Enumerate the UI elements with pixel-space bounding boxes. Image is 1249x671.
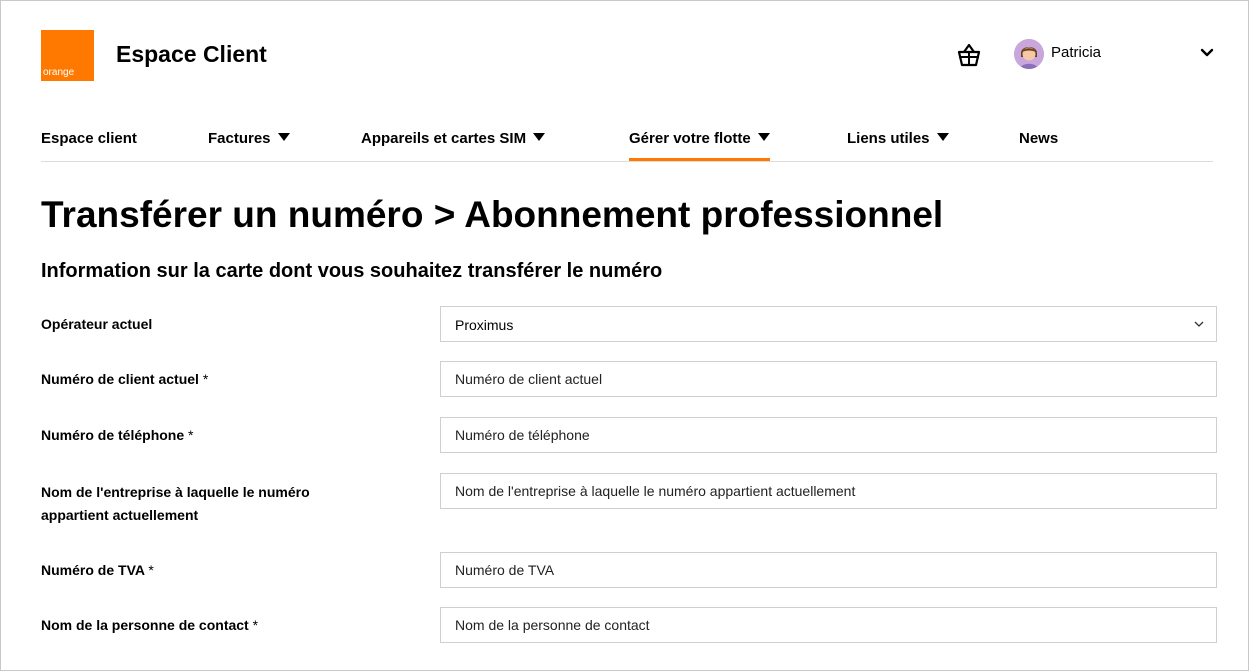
operator-label: Opérateur actuel bbox=[41, 313, 401, 336]
nav-item-gerer-flotte[interactable]: Gérer votre flotte bbox=[629, 130, 770, 161]
chevron-down-icon bbox=[1194, 321, 1204, 327]
client-number-field[interactable] bbox=[440, 361, 1217, 397]
nav-item-liens-utiles[interactable]: Liens utiles bbox=[847, 130, 949, 147]
company-field[interactable] bbox=[440, 473, 1217, 509]
required-marker: * bbox=[202, 371, 209, 387]
phone-input[interactable] bbox=[441, 418, 1216, 452]
client-number-input[interactable] bbox=[441, 362, 1216, 396]
contact-label-text: Nom de la personne de contact bbox=[41, 617, 249, 633]
contact-label: Nom de la personne de contact * bbox=[41, 614, 401, 637]
vat-label-text: Numéro de TVA bbox=[41, 562, 145, 578]
orange-logo[interactable]: orange bbox=[41, 30, 94, 81]
nav-item-news[interactable]: News bbox=[1019, 130, 1058, 147]
app-title: Espace Client bbox=[116, 41, 267, 67]
client-number-label: Numéro de client actuel * bbox=[41, 368, 401, 391]
operator-select[interactable]: Proximus bbox=[440, 306, 1217, 342]
required-marker: * bbox=[148, 562, 154, 578]
contact-field[interactable] bbox=[440, 607, 1217, 643]
page-frame: orange Espace Client Patricia Espace cli… bbox=[0, 0, 1249, 671]
nav-item-factures[interactable]: Factures bbox=[208, 130, 290, 147]
phone-field[interactable] bbox=[440, 417, 1217, 453]
nav-item-label: Espace client bbox=[41, 130, 137, 147]
shopping-basket-icon[interactable] bbox=[955, 41, 983, 69]
nav-item-appareils[interactable]: Appareils et cartes SIM bbox=[361, 130, 546, 147]
operator-label-text: Opérateur actuel bbox=[41, 316, 153, 332]
vat-label: Numéro de TVA * bbox=[41, 559, 401, 582]
nav-item-label: Liens utiles bbox=[847, 130, 930, 147]
avatar[interactable] bbox=[1014, 39, 1044, 69]
main-nav: Espace client Factures Appareils et cart… bbox=[41, 113, 1213, 162]
required-marker: * bbox=[188, 427, 194, 443]
nav-item-label: Appareils et cartes SIM bbox=[361, 130, 527, 147]
company-label-text: Nom de l'entreprise à laquelle le numéro… bbox=[41, 484, 310, 523]
user-name[interactable]: Patricia bbox=[1051, 44, 1101, 61]
caret-down-icon bbox=[757, 133, 770, 141]
client-number-label-text: Numéro de client actuel bbox=[41, 371, 199, 387]
page-title: Transférer un numéro > Abonnement profes… bbox=[41, 194, 944, 235]
phone-label: Numéro de téléphone * bbox=[41, 424, 401, 447]
caret-down-icon bbox=[277, 133, 290, 141]
user-avatar-icon bbox=[1014, 39, 1044, 69]
nav-item-label: Gérer votre flotte bbox=[629, 130, 751, 147]
operator-selected-value: Proximus bbox=[455, 317, 514, 333]
caret-down-icon bbox=[936, 133, 949, 141]
required-marker: * bbox=[252, 617, 259, 633]
section-title: Information sur la carte dont vous souha… bbox=[41, 260, 663, 282]
nav-item-label: News bbox=[1019, 130, 1059, 147]
vat-input[interactable] bbox=[441, 553, 1216, 587]
caret-down-icon bbox=[533, 133, 546, 141]
nav-item-label: Factures bbox=[208, 130, 271, 147]
phone-label-text: Numéro de téléphone bbox=[41, 427, 185, 443]
logo-text: orange bbox=[43, 67, 75, 78]
nav-item-espace-client[interactable]: Espace client bbox=[41, 130, 137, 147]
contact-input[interactable] bbox=[441, 608, 1216, 642]
company-label: Nom de l'entreprise à laquelle le numéro… bbox=[41, 481, 371, 527]
company-input[interactable] bbox=[441, 474, 1216, 508]
chevron-down-icon[interactable] bbox=[1200, 47, 1214, 59]
vat-field[interactable] bbox=[440, 552, 1217, 588]
